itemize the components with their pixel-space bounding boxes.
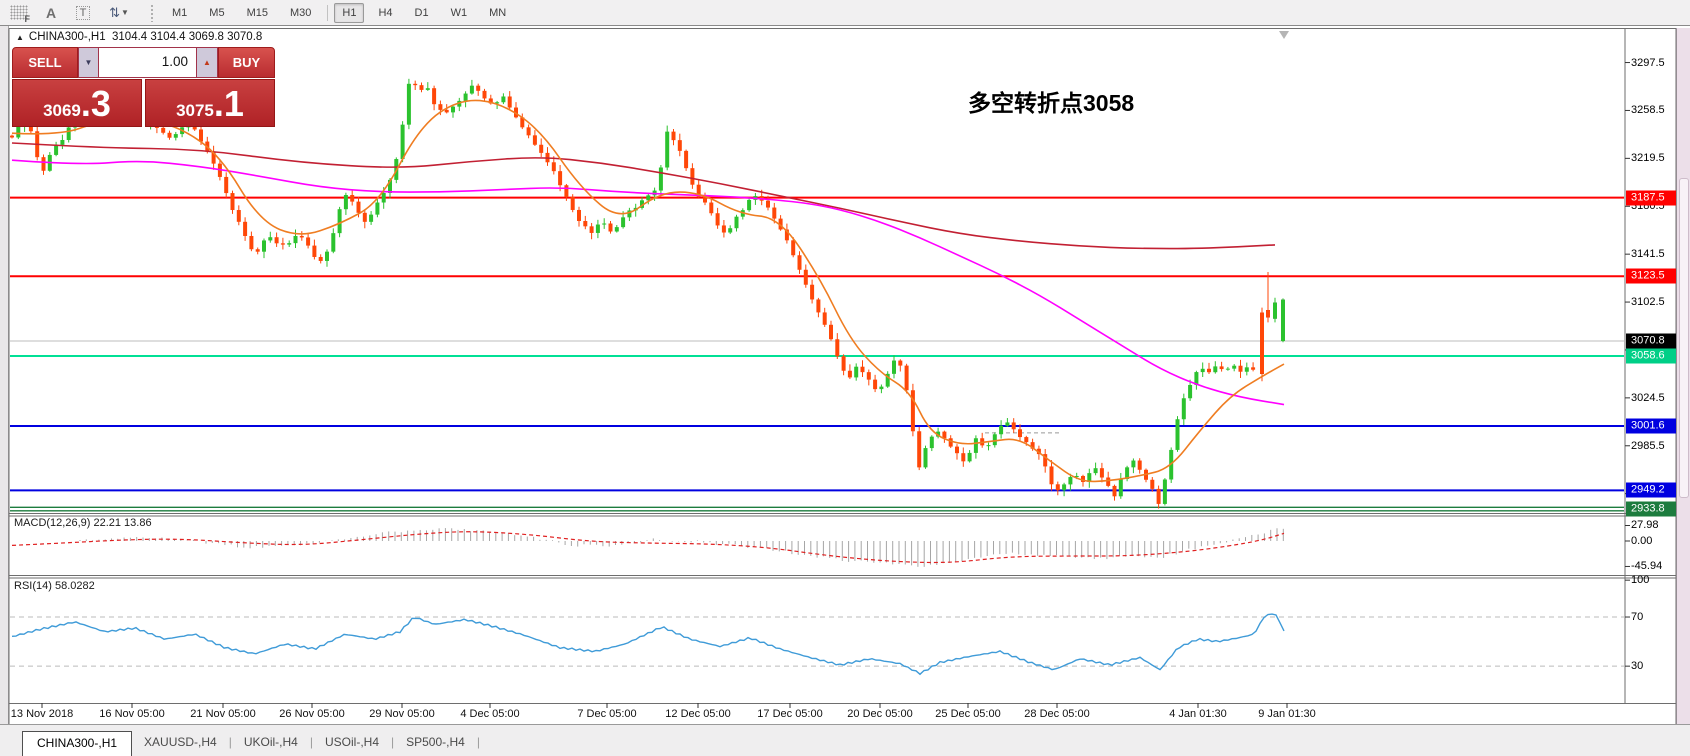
price-tick-label: 2985.5 [1631,440,1665,452]
macd-signal-line [12,532,1284,563]
date-label: 29 Nov 05:00 [369,708,434,720]
macd-zero-label: 0.00 [1631,535,1652,547]
level-price-badge: 2933.8 [1626,502,1676,517]
buy-price-box[interactable]: 3075.1 [145,79,275,127]
rsi-label: RSI(14) 58.0282 [14,580,95,592]
ma-slow [12,143,1275,249]
date-label: 25 Dec 05:00 [935,708,1000,720]
rsi-panel [10,614,1624,674]
price-tick-label: 3102.5 [1631,296,1665,308]
sell-button[interactable]: SELL [12,47,78,78]
chart-title: ▲ CHINA300-,H1 3104.4 3104.4 3069.8 3070.… [16,31,262,43]
date-label: 4 Jan 01:30 [1169,708,1227,720]
macd-max-label: 27.98 [1631,519,1659,531]
current-price-badge: 3070.8 [1626,334,1676,349]
volume-decrease-button[interactable]: ▼ [78,47,99,78]
chart-tab-ukoilh4[interactable]: UKOil-,H4 [232,731,310,756]
buy-button[interactable]: BUY [218,47,275,78]
date-label: 21 Nov 05:00 [190,708,255,720]
sell-price-box[interactable]: 3069.3 [12,79,142,127]
mt4-window: F A T ⇅ ▼ M1M5M15M30H1H4D1W1MN ▲CHINA300… [0,0,1690,756]
volume-input[interactable]: 1.00 [99,47,196,78]
symbol-timeframe: CHINA300-,H1 [29,31,106,43]
price-tick-label: 3297.5 [1631,57,1665,69]
chart-tab-usoilh4[interactable]: USOil-,H4 [313,731,391,756]
tab-separator: | [477,735,480,756]
level-price-badge: 2949.2 [1626,483,1676,498]
price-tick-label: 3219.5 [1631,152,1665,164]
chart-annotation-text: 多空转折点3058 [968,84,1134,118]
chart-tab-bar: CHINA300-,H1XAUUSD-,H4|UKOil-,H4|USOil-,… [0,724,1690,756]
date-label: 26 Nov 05:00 [279,708,344,720]
date-label: 13 Nov 2018 [11,708,73,720]
collapse-triangle-icon[interactable]: ▲ [16,33,24,42]
volume-increase-button[interactable]: ▲ [196,47,218,78]
shift-marker-icon [1279,31,1289,39]
level-price-badge: 3001.6 [1626,418,1676,433]
date-label: 16 Nov 05:00 [99,708,164,720]
date-label: 9 Jan 01:30 [1258,708,1316,720]
date-label: 20 Dec 05:00 [847,708,912,720]
rsi-tick-label: 70 [1631,611,1643,623]
price-tick-label: 3258.5 [1631,104,1665,116]
macd-label: MACD(12,26,9) 22.21 13.86 [14,517,152,529]
date-label: 28 Dec 05:00 [1024,708,1089,720]
price-tick-label: 3141.5 [1631,248,1665,260]
chart-tab-xauusdh4[interactable]: XAUUSD-,H4 [132,731,229,756]
level-price-badge: 3123.5 [1626,269,1676,284]
macd-panel [12,528,1284,567]
level-price-badge: 3058.6 [1626,348,1676,363]
chart-tab-sp500h4[interactable]: SP500-,H4 [394,731,477,756]
level-price-badge: 3187.5 [1626,190,1676,205]
date-label: 12 Dec 05:00 [665,708,730,720]
date-label: 7 Dec 05:00 [577,708,636,720]
date-label: 17 Dec 05:00 [757,708,822,720]
ma-fast [12,100,1284,481]
one-click-trading-panel: SELL ▼ 1.00 ▲ BUY 3069.3 3075.1 [12,47,275,127]
rsi-line [12,614,1284,674]
date-label: 4 Dec 05:00 [460,708,519,720]
chart-tab-china300h1[interactable]: CHINA300-,H1 [22,731,132,756]
candles [10,79,1285,509]
main-chart [10,79,1624,511]
price-tick-label: 3024.5 [1631,392,1665,404]
rsi-tick-label: 100 [1631,574,1649,586]
rsi-tick-label: 30 [1631,660,1643,672]
macd-min-label: -45.94 [1631,560,1662,572]
ohlc-values: 3104.4 3104.4 3069.8 3070.8 [112,31,262,43]
